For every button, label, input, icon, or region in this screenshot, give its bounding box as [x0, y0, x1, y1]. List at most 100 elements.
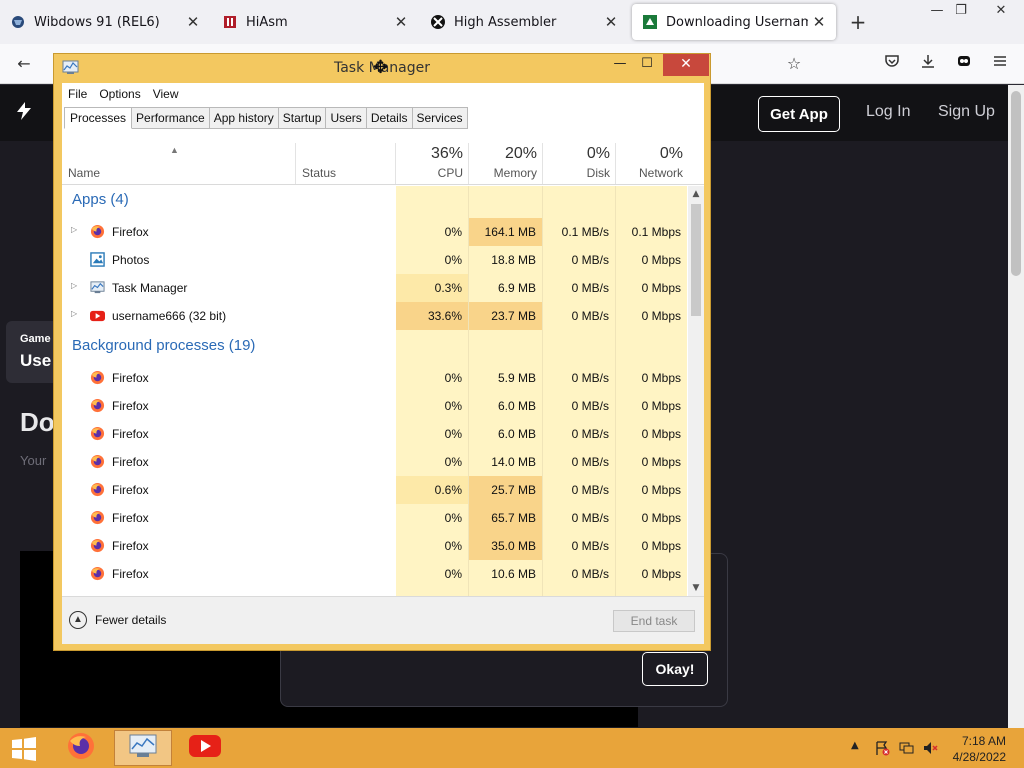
taskbar-task-manager[interactable] — [114, 730, 172, 766]
process-row[interactable]: ▷ Task Manager 0.3% 6.9 MB 0 MB/s 0 Mbps — [62, 274, 687, 302]
process-row[interactable]: Firefox 0.6% 25.7 MB 0 MB/s 0 Mbps — [62, 476, 687, 504]
tray-chevron-up-icon[interactable]: ▲ — [851, 740, 859, 751]
process-row[interactable]: Firefox 0% 65.7 MB 0 MB/s 0 Mbps — [62, 504, 687, 532]
process-network: 0 Mbps — [641, 567, 681, 581]
scroll-thumb[interactable] — [691, 204, 701, 316]
tab-high-assembler[interactable]: High Assembler ✕ — [420, 0, 628, 44]
process-disk: 0 MB/s — [571, 371, 609, 385]
start-windows-icon[interactable] — [10, 736, 38, 762]
process-network: 0 Mbps — [641, 511, 681, 525]
group-header[interactable]: Background processes (19) — [72, 337, 255, 354]
task-manager-body: File Options View Processes Performance … — [62, 83, 704, 644]
firefox-icon — [90, 224, 105, 239]
process-memory: 5.9 MB — [497, 371, 536, 385]
page-scroll-thumb[interactable] — [1011, 91, 1021, 276]
tab-close-icon[interactable]: ✕ — [390, 13, 412, 31]
youtube-icon — [189, 735, 221, 761]
process-row[interactable]: Photos 0% 18.8 MB 0 MB/s 0 Mbps — [62, 246, 687, 274]
process-network: 0 Mbps — [641, 483, 681, 497]
process-list-scrollbar[interactable]: ▲ ▼ — [688, 186, 704, 596]
high-assembler-favicon-icon — [430, 14, 446, 30]
process-cpu: 0% — [444, 539, 462, 553]
pocket-icon[interactable] — [880, 52, 904, 76]
tab-title: High Assembler — [454, 14, 557, 30]
browser-restore-button[interactable]: ❐ — [946, 0, 976, 22]
browser-close-button[interactable]: ✕ — [986, 0, 1016, 22]
column-status[interactable]: Status — [296, 143, 395, 184]
column-name[interactable]: ▲ Name — [62, 143, 295, 184]
log-in-link[interactable]: Log In — [866, 103, 910, 121]
process-row[interactable]: Firefox 0% 6.0 MB 0 MB/s 0 Mbps — [62, 392, 687, 420]
tab-close-icon[interactable]: ✕ — [182, 13, 204, 31]
process-network: 0 Mbps — [641, 253, 681, 267]
tab-details[interactable]: Details — [366, 107, 413, 129]
process-row[interactable]: ▷ username666 (32 bit) 33.6% 23.7 MB 0 MB/s 0… — [62, 302, 687, 330]
downloads-icon[interactable] — [916, 52, 940, 76]
tab-close-icon[interactable]: ✕ — [808, 13, 830, 31]
volume-muted-icon[interactable] — [922, 740, 938, 756]
process-memory: 6.0 MB — [497, 427, 536, 441]
expand-chevron-icon[interactable]: ▷ — [71, 309, 77, 318]
process-name: Firefox — [112, 371, 149, 385]
column-memory[interactable]: 20% Memory — [469, 143, 542, 184]
tab-app-history[interactable]: App history — [209, 107, 279, 129]
youtube-icon — [90, 308, 105, 323]
process-disk: 0 MB/s — [571, 253, 609, 267]
column-network[interactable]: 0% Network — [616, 143, 688, 184]
tab-close-icon[interactable]: ✕ — [600, 13, 622, 31]
tab-processes[interactable]: Processes — [64, 107, 133, 129]
extension-icon[interactable] — [952, 52, 976, 76]
tab-startup[interactable]: Startup — [278, 107, 327, 129]
bookmark-star-icon[interactable]: ☆ — [782, 52, 806, 76]
clock-time: 7:18 AM — [961, 734, 1006, 748]
tm-maximize-button[interactable]: ☐ — [636, 54, 658, 76]
scroll-down-icon[interactable]: ▼ — [688, 580, 704, 596]
process-row[interactable]: Firefox 0% 10.6 MB 0 MB/s 0 Mbps — [62, 560, 687, 588]
back-icon[interactable]: ← — [12, 52, 36, 76]
tab-downloading-username666[interactable]: Downloading Username666 ✕ — [632, 4, 836, 40]
okay-button[interactable]: Okay! — [642, 652, 708, 686]
tab-services[interactable]: Services — [412, 107, 468, 129]
expand-chevron-icon[interactable]: ▷ — [71, 281, 77, 290]
process-row[interactable]: Firefox 0% 35.0 MB 0 MB/s 0 Mbps — [62, 532, 687, 560]
process-cpu: 0.6% — [396, 476, 468, 504]
process-row[interactable]: Firefox 0% 14.0 MB 0 MB/s 0 Mbps — [62, 448, 687, 476]
process-row[interactable]: Firefox 0% 6.0 MB 0 MB/s 0 Mbps — [62, 420, 687, 448]
taskbar-clock[interactable]: 7:18 AM 4/28/2022 — [948, 733, 1006, 765]
process-memory: 6.9 MB — [497, 281, 536, 295]
new-tab-button[interactable]: + — [846, 10, 870, 34]
group-header[interactable]: Apps (4) — [72, 191, 129, 208]
page-scrollbar[interactable] — [1008, 85, 1024, 728]
process-name: Photos — [112, 253, 150, 267]
menu-options[interactable]: Options — [93, 83, 146, 105]
menu-hamburger-icon[interactable] — [988, 52, 1012, 76]
process-cpu: 0% — [444, 253, 462, 267]
expand-chevron-icon[interactable]: ▷ — [71, 225, 77, 234]
tm-minimize-button[interactable]: — — [609, 54, 631, 76]
tab-performance[interactable]: Performance — [132, 107, 210, 129]
fewer-details-button[interactable]: Fewer details — [95, 613, 166, 627]
column-cpu[interactable]: 36% CPU — [396, 143, 468, 184]
tm-close-button[interactable]: ✕ — [663, 54, 709, 76]
tab-users[interactable]: Users — [326, 107, 367, 129]
action-center-flag-icon[interactable] — [874, 740, 890, 756]
network-icon[interactable] — [898, 740, 914, 756]
chevron-up-icon[interactable]: ▲ — [69, 611, 87, 629]
task-manager-window: Task Manager — ☐ ✕ File Options View Pro… — [53, 53, 711, 651]
menu-file[interactable]: File — [62, 83, 93, 105]
scroll-up-icon[interactable]: ▲ — [688, 186, 704, 202]
tab-title: Wibdows 91 (REL6) — [34, 14, 160, 30]
process-row[interactable]: Firefox 0% 5.9 MB 0 MB/s 0 Mbps — [62, 364, 687, 392]
taskbar-firefox[interactable] — [52, 730, 110, 766]
sign-up-link[interactable]: Sign Up — [938, 103, 995, 121]
process-row[interactable]: ▷ Firefox 0% 164.1 MB 0.1 MB/s 0.1 Mbps — [62, 218, 687, 246]
process-disk: 0 MB/s — [571, 309, 609, 323]
site-logo-icon[interactable] — [14, 101, 34, 127]
tab-hiasm[interactable]: HiAsm ✕ — [212, 0, 418, 44]
get-app-button[interactable]: Get App — [758, 96, 840, 132]
taskbar-youtube[interactable] — [176, 730, 234, 766]
tab-wibdows[interactable]: Wibdows 91 (REL6) ✕ — [0, 0, 210, 44]
menu-view[interactable]: View — [147, 83, 185, 105]
column-disk[interactable]: 0% Disk — [543, 143, 615, 184]
end-task-button[interactable]: End task — [613, 610, 695, 632]
